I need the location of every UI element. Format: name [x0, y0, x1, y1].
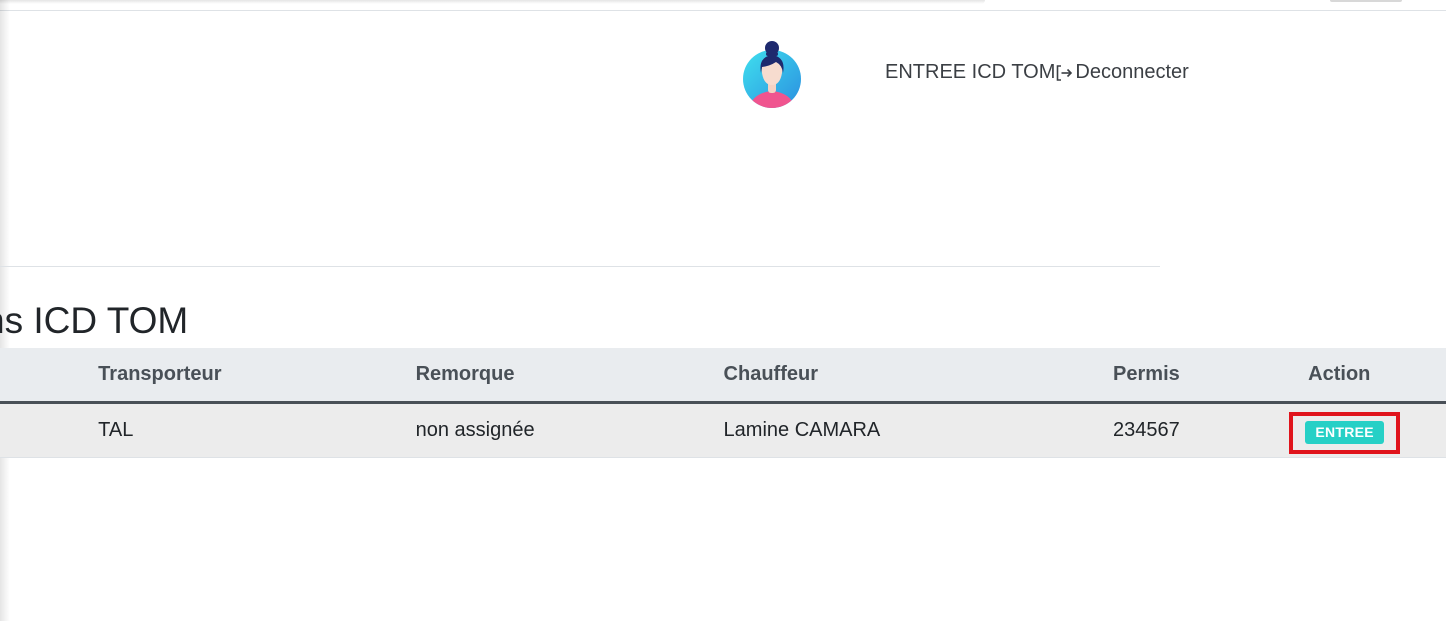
highlight-box: ENTREE [1289, 411, 1401, 454]
cell-permis: 234567 [1113, 402, 1281, 458]
top-tab-edge [1330, 0, 1402, 2]
table-row: TAL non assignée Lamine CAMARA 234567 EN… [0, 402, 1446, 458]
column-header-remorque: Remorque [415, 348, 724, 404]
cell-action: ENTREE [1280, 402, 1446, 458]
cell-first [0, 402, 99, 458]
page-title: ns ICD TOM [0, 300, 189, 341]
vehicles-table: Transporteur Remorque Chauffeur Permis A… [0, 348, 1446, 458]
cell-transporteur: TAL [98, 402, 416, 458]
top-divider [0, 10, 1446, 11]
logout-icon[interactable] [1055, 63, 1074, 83]
column-header-transporteur: Transporteur [98, 348, 416, 404]
entree-button[interactable]: ENTREE [1305, 421, 1384, 444]
table-header-row: Transporteur Remorque Chauffeur Permis A… [0, 348, 1446, 404]
column-header-first [0, 348, 99, 404]
section-divider [0, 266, 1160, 267]
top-bar [0, 0, 985, 4]
column-header-permis: Permis [1113, 348, 1281, 404]
logout-link[interactable]: Deconnecter [1075, 61, 1188, 84]
cell-chauffeur: Lamine CAMARA [723, 402, 1114, 458]
column-header-action: Action [1280, 348, 1446, 404]
avatar [743, 41, 801, 108]
column-header-chauffeur: Chauffeur [723, 348, 1114, 404]
user-name: ENTREE ICD TOM [885, 61, 1056, 83]
page: ENTREE ICD TOM Deconnecter ns ICD TOM Tr… [0, 0, 1446, 621]
user-info: ENTREE ICD TOM Deconnecter [885, 61, 1189, 84]
cell-remorque: non assignée [415, 402, 724, 458]
